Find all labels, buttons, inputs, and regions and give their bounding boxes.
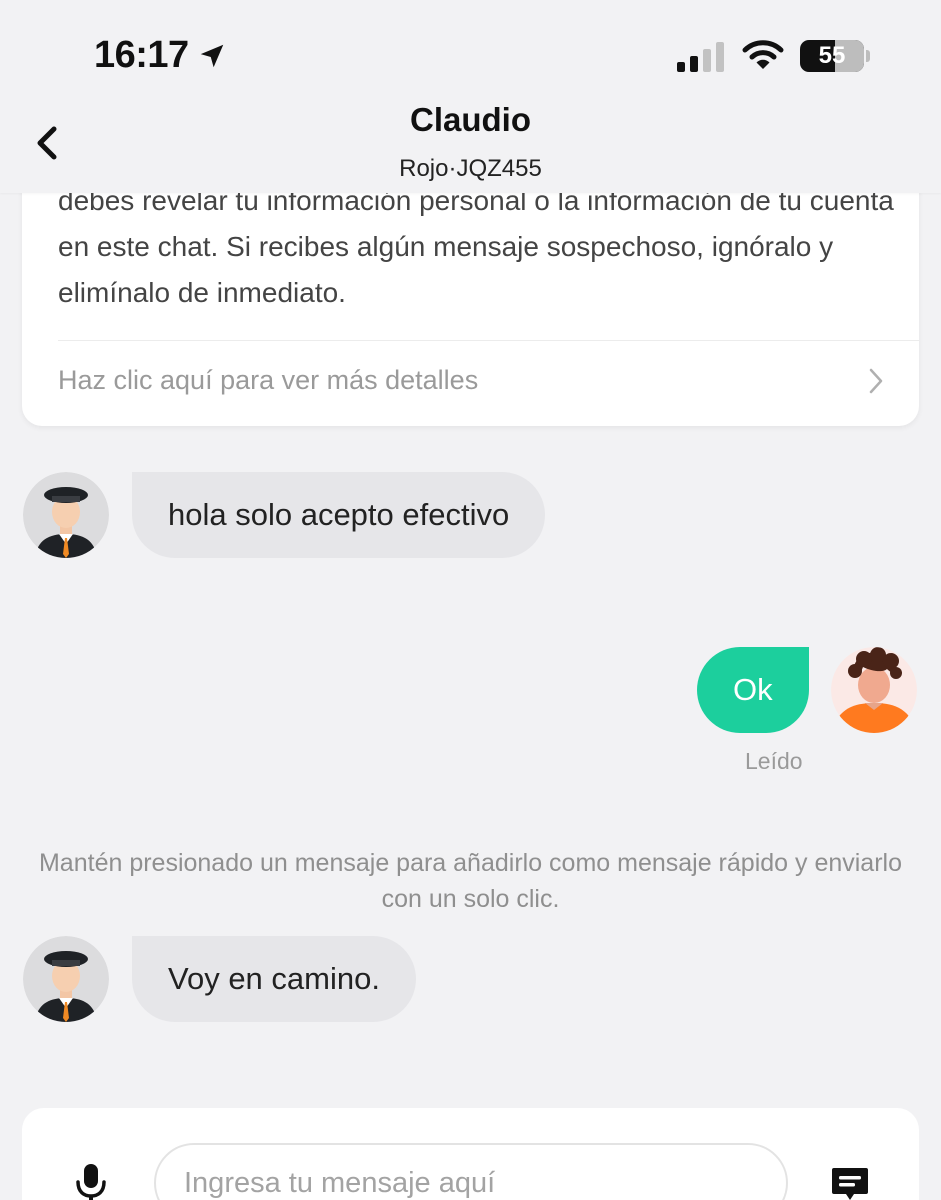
battery-level: 55: [818, 42, 846, 69]
message-input[interactable]: [154, 1143, 788, 1200]
quick-message-tip: Mantén presionado un mensaje para añadir…: [38, 849, 902, 913]
outgoing-message-bubble[interactable]: Ok: [697, 647, 809, 733]
message-text: Ok: [733, 672, 773, 707]
status-time-group: 16:17: [94, 34, 227, 77]
signal-icon: [677, 42, 724, 72]
incoming-message-bubble[interactable]: Voy en camino.: [132, 936, 416, 1022]
status-bar: 16:17 55: [0, 0, 941, 110]
location-arrow-icon: [200, 44, 223, 67]
chevron-right-icon: [869, 368, 883, 394]
driver-avatar-icon: [23, 472, 109, 558]
driver-avatar[interactable]: [23, 472, 109, 558]
user-avatar[interactable]: [831, 647, 917, 733]
read-status: Leído: [745, 748, 803, 774]
battery-icon: 55: [800, 40, 870, 72]
details-link[interactable]: Haz clic aquí para ver más detalles: [22, 341, 919, 426]
quick-message-icon[interactable]: [830, 1164, 870, 1200]
battery-body: 55: [800, 40, 864, 72]
contact-name: Claudio: [410, 101, 531, 138]
chat-header: Claudio Rojo·JQZ455: [0, 95, 941, 193]
driver-avatar[interactable]: [23, 936, 109, 1022]
wifi-icon: [742, 40, 784, 69]
chat-screen: 16:17 55 Claudio Rojo·JQZ455 debes revel…: [0, 0, 941, 1200]
safety-notice-text: debes revelar tu información personal o …: [58, 185, 894, 308]
status-time: 16:17: [94, 34, 189, 76]
battery-tip: [866, 50, 870, 62]
details-link-label: Haz clic aquí para ver más detalles: [58, 365, 479, 395]
microphone-icon[interactable]: [74, 1164, 108, 1200]
incoming-message-bubble[interactable]: hola solo acepto efectivo: [132, 472, 546, 558]
user-avatar-icon: [831, 647, 917, 733]
message-text: hola solo acepto efectivo: [168, 497, 510, 532]
message-input-bar: [22, 1108, 919, 1200]
vehicle-info: Rojo·JQZ455: [399, 155, 542, 182]
driver-avatar-icon: [23, 936, 109, 1022]
message-text: Voy en camino.: [168, 961, 380, 996]
